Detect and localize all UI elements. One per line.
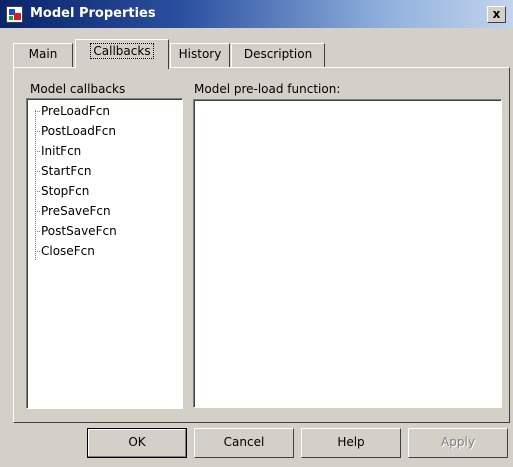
model-callbacks-header: Model callbacks xyxy=(30,82,126,96)
close-button[interactable]: x xyxy=(487,6,506,23)
apply-button[interactable]: Apply xyxy=(408,428,508,458)
model-properties-icon xyxy=(6,6,23,23)
tab-main-label: Main xyxy=(28,47,58,61)
tab-description[interactable]: Description xyxy=(231,43,325,67)
function-editor[interactable] xyxy=(193,99,502,408)
tab-description-label: Description xyxy=(243,47,313,61)
model-properties-dialog: Model Properties x Main Callbacks Histor… xyxy=(0,0,513,467)
cancel-button[interactable]: Cancel xyxy=(194,428,294,458)
tab-history[interactable]: History xyxy=(170,43,230,67)
title-bar[interactable]: Model Properties x xyxy=(0,0,513,28)
tree-connector-line xyxy=(35,110,36,260)
tab-callbacks-label: Callbacks xyxy=(90,43,154,59)
tree-item-postsavefcn[interactable]: PostSaveFcn xyxy=(35,221,117,241)
help-button[interactable]: Help xyxy=(301,428,401,458)
tree-item-startfcn[interactable]: StartFcn xyxy=(34,161,91,181)
tree-item-presavefcn[interactable]: PreSaveFcn xyxy=(35,201,111,221)
tab-main[interactable]: Main xyxy=(13,43,73,67)
tree-item-initfcn[interactable]: InitFcn xyxy=(34,141,81,161)
callbacks-tree[interactable]: PreLoadFcn PostLoadFcn InitFcn StartFcn … xyxy=(26,98,183,409)
tab-callbacks[interactable]: Callbacks xyxy=(75,39,169,69)
tab-history-label: History xyxy=(178,47,222,61)
function-label: Model pre-load function: xyxy=(194,82,341,96)
tree-item-closefcn[interactable]: CloseFcn xyxy=(35,241,95,261)
ok-button[interactable]: OK xyxy=(87,428,187,458)
tree-item-postloadfcn[interactable]: PostLoadFcn xyxy=(35,121,116,141)
tree-item-preloadfcn[interactable]: PreLoadFcn xyxy=(35,101,110,121)
close-icon: x xyxy=(492,7,501,21)
window-title: Model Properties xyxy=(30,6,156,21)
tree-item-stopfcn[interactable]: StopFcn xyxy=(34,181,89,201)
